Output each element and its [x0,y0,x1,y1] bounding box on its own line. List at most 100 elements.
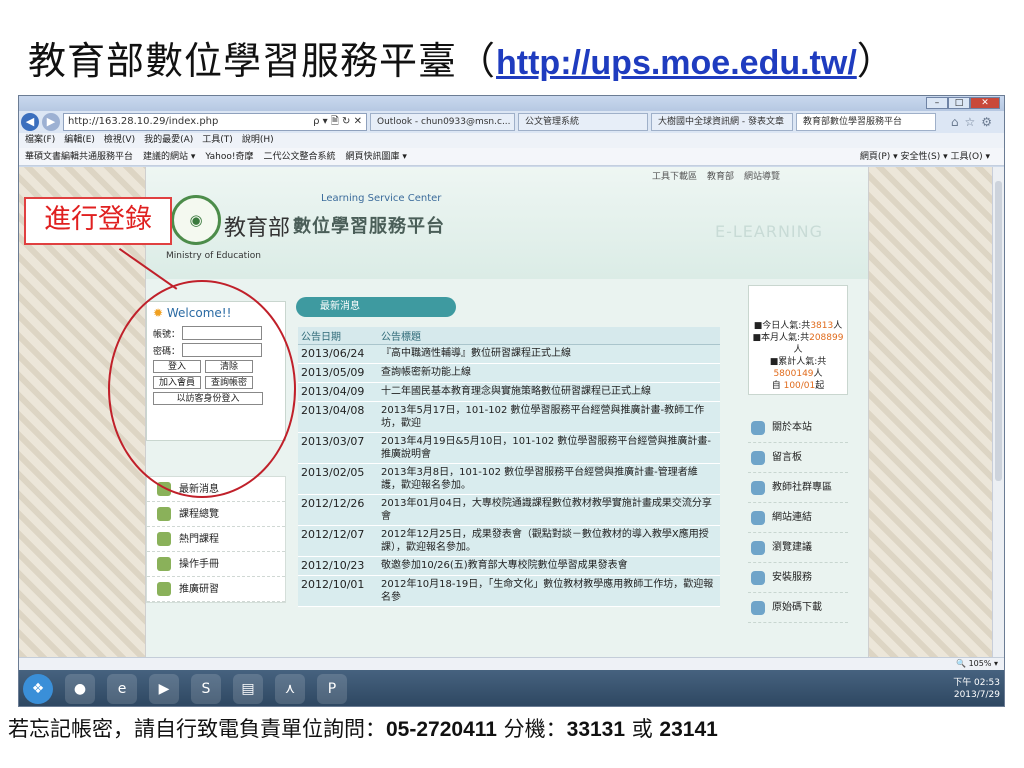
manual-icon [157,557,171,571]
tab-school[interactable]: 大樹國中全球資訊網 - 發表文章 [651,113,793,131]
moe-logo-icon[interactable]: ◉ [171,195,221,245]
menu-tools[interactable]: 工具(T) [202,133,233,148]
nav-browse-tips[interactable]: 瀏覽建議 [748,533,848,563]
tab-docs[interactable]: 公文管理系統 [518,113,648,131]
fav-item[interactable]: 華碩文書編輯共通服務平台 [25,148,133,165]
zoom-level[interactable]: 105% [969,659,992,668]
chrome-icon[interactable]: ● [65,674,95,704]
news-date: 2013/04/09 [298,382,378,402]
news-title[interactable]: 2013年4月19日&5月10日，101-102 數位學習服務平台經營與推廣計畫… [378,432,720,464]
news-row[interactable]: 2012/10/23 敬邀參加10/26(五)教育部大專校院數位學習成果發表會 [298,556,720,576]
news-title[interactable]: 2013年5月17日，101-102 數位學習服務平台經營與推廣計畫-教師工作坊… [378,401,720,433]
fav-item[interactable]: 網頁快訊圖庫 ▾ [346,148,407,165]
news-title[interactable]: 2012年10月18-19日，「生命文化」數位教材教學應用教師工作坊，歡迎報名參 [378,575,720,607]
right-column: ■今日人氣:共3813人 ■本月人氣:共208899人 ■累計人氣:共58001… [748,285,848,623]
login-highlight-oval [108,280,296,498]
status-bar: 🔍 105% ▾ [19,657,1004,670]
nav-guestbook[interactable]: 留言板 [748,443,848,473]
tab-ups[interactable]: 教育部數位學習服務平台 [796,113,936,131]
news-row[interactable]: 2013/02/05 2013年3月8日，101-102 數位學習服務平台經營與推… [298,463,720,495]
maximize-icon[interactable]: □ [948,97,970,109]
skype-icon[interactable]: S [191,674,221,704]
news-date: 2012/10/23 [298,556,378,576]
nav-training[interactable]: 推廣研習 [147,577,285,602]
nav-manual[interactable]: 操作手冊 [147,552,285,577]
news-title[interactable]: 2013年3月8日，101-102 數位學習服務平台經營與推廣計畫-管理者維護，… [378,463,720,495]
site-banner: 工具下載區 教育部 網站導覽 ◉ Ministry of Education 教… [146,167,868,279]
news-title[interactable]: 敬邀參加10/26(五)教育部大專校院數位學習成果發表會 [378,556,720,576]
menu-view[interactable]: 檢視(V) [104,133,135,148]
logo-english: Ministry of Education [166,251,261,261]
news-row[interactable]: 2012/12/07 2012年12月25日，成果發表會（觀點對談－數位教材的導入… [298,525,720,557]
slide-footer: 若忘記帳密，請自行致電負責單位詢問：05-2720411 分機：33131 或 … [8,717,718,741]
menu-file[interactable]: 檔案(F) [25,133,55,148]
command-bar[interactable]: 網頁(P) ▾ 安全性(S) ▾ 工具(O) ▾ [860,148,1004,165]
news-date: 2013/06/24 [298,344,378,364]
favorites-bar: 華碩文書編輯共通服務平台 建議的網站 ▾ Yahoo!奇摩 二代公文整合系統 網… [19,148,1004,166]
menu-bar: 檔案(F) 編輯(E) 檢視(V) 我的最愛(A) 工具(T) 說明(H) [19,133,1004,148]
title-url-link[interactable]: http://ups.moe.edu.tw/ [496,44,857,82]
minimize-icon[interactable]: – [926,97,948,109]
pdf-icon[interactable]: ⋏ [275,674,305,704]
system-name: 數位學習服務平台 [293,216,445,237]
fav-item[interactable]: Yahoo!奇摩 [205,148,253,165]
nav-about[interactable]: 關於本站 [748,413,848,443]
toplink-sitemap[interactable]: 網站導覽 [744,169,780,182]
top-links: 工具下載區 教育部 網站導覽 [652,169,780,182]
toplink-moe[interactable]: 教育部 [707,169,734,182]
news-title[interactable]: 2012年12月25日，成果發表會（觀點對談－數位教材的導入教學X應用授課），歡… [378,525,720,557]
start-icon[interactable]: ❖ [23,674,53,704]
home-star-gear-icons[interactable]: ⌂☆⚙ [951,115,1004,129]
right-nav: 關於本站 留言板 教師社群專區 網站連結 瀏覽建議 安裝服務 原始碼下載 [748,413,848,623]
news-row[interactable]: 2013/04/09 十二年國民基本教育理念與實施策略數位研習課程已正式上線 [298,382,720,402]
toplink-download[interactable]: 工具下載區 [652,169,697,182]
news-title[interactable]: 查詢帳密新功能上線 [378,363,720,383]
slide-title: 教育部數位學習服務平臺（http://ups.moe.edu.tw/） [28,39,896,83]
logo-chinese: 教育部 [224,216,291,241]
clock[interactable]: 下午 02:53 2013/7/29 [953,677,1004,701]
window-titlebar: – □ ✕ [19,96,1004,111]
powerpoint-icon[interactable]: P [317,674,347,704]
news-row[interactable]: 2012/10/01 2012年10月18-19日，「生命文化」數位教材教學應用教… [298,575,720,607]
popular-icon [157,532,171,546]
news-table: 公告日期 公告標題 2013/06/24 『高中職適性輔導』數位研習課程正式上線 20… [298,327,720,607]
nav-courses[interactable]: 課程總覽 [147,502,285,527]
col-title: 公告標題 [378,327,720,345]
back-icon[interactable]: ◀ [21,113,39,131]
center-english: Learning Service Center [321,193,442,204]
nav-links[interactable]: 網站連結 [748,503,848,533]
nav-source-download[interactable]: 原始碼下載 [748,593,848,623]
nav-install[interactable]: 安裝服務 [748,563,848,593]
news-date: 2012/12/07 [298,525,378,557]
news-date: 2012/12/26 [298,494,378,526]
visitor-stats: ■今日人氣:共3813人 ■本月人氣:共208899人 ■累計人氣:共58001… [748,285,848,395]
vertical-scrollbar[interactable] [992,167,1004,657]
news-date: 2013/03/07 [298,432,378,464]
news-title[interactable]: 『高中職適性輔導』數位研習課程正式上線 [378,344,720,364]
folder-icon[interactable]: ▤ [233,674,263,704]
training-icon [157,582,171,596]
tab-outlook[interactable]: Outlook - chun0933@msn.c... [370,113,515,131]
taskbar: ❖ ● e ▶ S ▤ ⋏ P 下午 02:53 2013/7/29 [19,670,1004,706]
news-header: 最新消息 [296,297,456,317]
menu-favorites[interactable]: 我的最愛(A) [144,133,193,148]
nav-popular[interactable]: 熱門課程 [147,527,285,552]
menu-edit[interactable]: 編輯(E) [64,133,95,148]
address-bar[interactable]: http://163.28.10.29/index.php ρ ▾ 🗎 ↻ ✕ [63,113,367,131]
news-title[interactable]: 2013年01月04日，大專校院通識課程數位教材教學實施計畫成果交流分享會 [378,494,720,526]
menu-help[interactable]: 說明(H) [242,133,274,148]
close-icon[interactable]: ✕ [970,97,1000,109]
news-date: 2013/05/09 [298,363,378,383]
news-row[interactable]: 2013/05/09 查詢帳密新功能上線 [298,363,720,383]
news-row[interactable]: 2012/12/26 2013年01月04日，大專校院通識課程數位教材教學實施計畫… [298,494,720,526]
forward-icon[interactable]: ▶ [42,113,60,131]
ie-icon[interactable]: e [107,674,137,704]
nav-teacher-community[interactable]: 教師社群專區 [748,473,848,503]
news-row[interactable]: 2013/03/07 2013年4月19日&5月10日，101-102 數位學習服… [298,432,720,464]
fav-item[interactable]: 建議的網站 ▾ [143,148,195,165]
news-row[interactable]: 2013/04/08 2013年5月17日，101-102 數位學習服務平台經營與… [298,401,720,433]
news-row[interactable]: 2013/06/24 『高中職適性輔導』數位研習課程正式上線 [298,344,720,364]
news-title[interactable]: 十二年國民基本教育理念與實施策略數位研習課程已正式上線 [378,382,720,402]
media-icon[interactable]: ▶ [149,674,179,704]
fav-item[interactable]: 二代公文整合系統 [264,148,336,165]
